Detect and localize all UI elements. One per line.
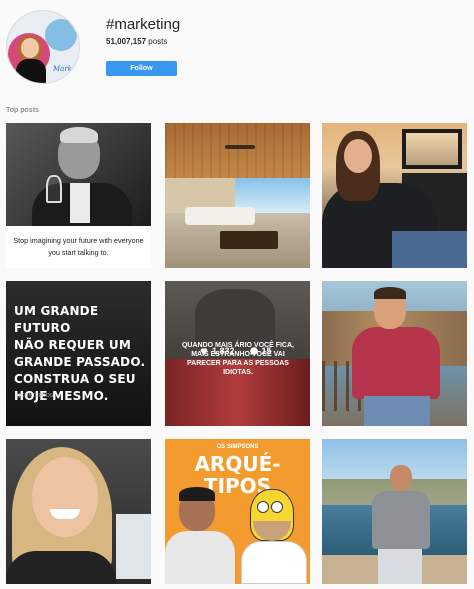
post-credit: @CONTEUDOS — [16, 393, 54, 399]
post-tile-9[interactable] — [322, 439, 467, 584]
comments-stat: 15 — [249, 346, 272, 356]
likes-stat: 1,832 — [199, 346, 235, 356]
posts-count-label: posts — [148, 37, 168, 46]
sofa — [185, 207, 255, 225]
post-tile-2[interactable] — [165, 123, 310, 268]
hover-stats: 1,832 15 — [199, 346, 272, 356]
wine-glass — [46, 175, 62, 203]
car-window — [116, 514, 151, 579]
posts-count: 51,007,157 posts — [106, 37, 167, 46]
top-posts-heading: Top posts — [6, 107, 39, 114]
car-window — [402, 129, 462, 169]
hashtag-header: Marketing #marketing 51,007,157 posts Fo… — [0, 0, 474, 100]
follow-button[interactable]: Follow — [106, 61, 177, 76]
avatar-decor-circle — [45, 19, 77, 51]
comment-icon — [249, 347, 258, 355]
motivational-text: UM GRANDE FUTURO NÃO REQUER UM GRANDE PA… — [14, 304, 146, 403]
posts-count-value: 51,007,157 — [106, 37, 147, 46]
post-caption: Stop imagining your future with everyone… — [6, 226, 151, 268]
post-tile-1[interactable]: Stop imagining your future with everyone… — [6, 123, 151, 268]
hashtag-title: #marketing — [106, 16, 181, 33]
post-tile-4[interactable]: UM GRANDE FUTURO NÃO REQUER UM GRANDE PA… — [6, 281, 151, 426]
avatar-face — [21, 38, 39, 58]
hashtag-avatar[interactable]: Marketing — [6, 10, 80, 84]
post-top-label: OS SIMPSONS — [216, 444, 259, 450]
ceiling-fan — [225, 145, 255, 149]
post-tile-3[interactable] — [322, 123, 467, 268]
avatar-body — [16, 59, 46, 83]
avatar-signature: Marketing — [53, 65, 79, 73]
post-tile-7[interactable] — [6, 439, 151, 584]
post-tile-8[interactable]: OS SIMPSONS ARQUÉ-TIPOS — [165, 439, 310, 584]
post-tile-6[interactable] — [322, 281, 467, 426]
post-tile-5[interactable]: QUANDO MAIS ÁRIO VOCÊ FICA, MAIS ESTRANH… — [165, 281, 310, 426]
comments-count: 15 — [261, 346, 272, 356]
likes-count: 1,832 — [212, 346, 235, 356]
coffee-table — [220, 231, 278, 249]
heart-icon — [200, 348, 208, 355]
